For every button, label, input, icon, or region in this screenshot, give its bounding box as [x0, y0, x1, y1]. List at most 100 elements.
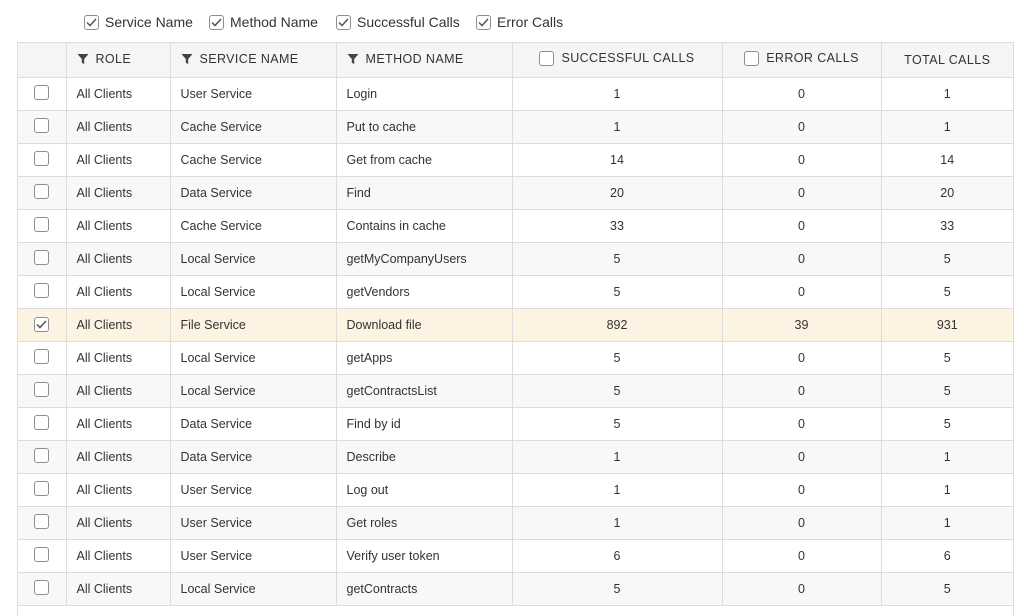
row-checkbox[interactable]	[34, 117, 50, 133]
table-row[interactable]: All Clients Data Service Find 20 0 20	[18, 176, 1013, 210]
row-checkbox[interactable]	[34, 150, 50, 166]
row-checkbox[interactable]	[34, 513, 50, 529]
table-row[interactable]: All Clients Data Service Describe 1 0 1	[18, 440, 1013, 474]
column-header-error-calls[interactable]: ERROR CALLS	[722, 43, 882, 78]
row-checkbox[interactable]	[34, 381, 50, 397]
table-row[interactable]: All Clients File Service Download file 892 3…	[18, 308, 1013, 342]
table-row[interactable]: All Clients Local Service getContracts 5 0 5	[18, 572, 1013, 606]
column-header-total-calls[interactable]: TOTAL CALLS	[881, 43, 1013, 78]
method-name-cell: getVendors	[336, 275, 513, 309]
error-calls-cell: 0	[722, 341, 882, 375]
column-header-role-label: ROLE	[95, 51, 132, 66]
table-row[interactable]: All Clients User Service Log out 1 0 1	[18, 473, 1013, 507]
table-row[interactable]: All Clients User Service Get roles 1 0 1	[18, 506, 1013, 540]
filter-icon[interactable]	[347, 53, 359, 65]
filter-icon[interactable]	[181, 53, 193, 65]
service-name-checkbox[interactable]	[84, 14, 99, 30]
total-calls-cell: 5	[881, 572, 1013, 606]
error-calls-cell: 0	[722, 176, 882, 210]
row-checkbox[interactable]	[34, 447, 50, 463]
role-cell: All Clients	[66, 275, 171, 309]
row-checkbox[interactable]	[34, 216, 50, 232]
service-name-cell: Local Service	[170, 242, 337, 276]
row-checkbox[interactable]	[34, 183, 50, 199]
total-calls-cell: 1	[881, 77, 1013, 111]
column-header-role[interactable]: ROLE	[66, 43, 171, 78]
row-checkbox-cell	[18, 209, 67, 243]
total-calls-cell: 931	[881, 308, 1013, 342]
table-header: ROLE SERVICE NAME METHOD NAME SUCCESSFUL…	[18, 43, 1013, 78]
successful-calls-checkbox[interactable]	[336, 14, 351, 30]
error-calls-cell: 0	[722, 209, 882, 243]
row-checkbox[interactable]	[34, 546, 50, 562]
column-header-successful-calls[interactable]: SUCCESSFUL CALLS	[512, 43, 723, 78]
role-cell: All Clients	[66, 374, 171, 408]
role-cell: All Clients	[66, 473, 171, 507]
row-checkbox-cell	[18, 110, 67, 144]
total-calls-cell: 1	[881, 440, 1013, 474]
column-header-successful-calls-label: SUCCESSFUL CALLS	[561, 51, 695, 66]
total-calls-cell: 1	[881, 473, 1013, 507]
row-checkbox-cell	[18, 308, 67, 342]
column-header-service-name[interactable]: SERVICE NAME	[170, 43, 337, 78]
method-name-checkbox[interactable]	[209, 14, 224, 30]
row-checkbox-cell	[18, 374, 67, 408]
column-header-method-name-label: METHOD NAME	[365, 51, 464, 66]
table-row[interactable]: All Clients Data Service Find by id 5 0 5	[18, 407, 1013, 441]
error-calls-cell: 0	[722, 143, 882, 177]
row-checkbox-cell	[18, 506, 67, 540]
table-row[interactable]: All Clients Local Service getApps 5 0 5	[18, 341, 1013, 375]
toggle-service-name[interactable]: Service Name	[84, 12, 193, 32]
role-cell: All Clients	[66, 308, 171, 342]
table-row[interactable]: All Clients Cache Service Get from cache 14…	[18, 143, 1013, 177]
row-checkbox[interactable]	[34, 348, 50, 364]
service-name-cell: Local Service	[170, 374, 337, 408]
method-name-cell: Get from cache	[336, 143, 513, 177]
table-row[interactable]: All Clients User Service Verify user token…	[18, 539, 1013, 573]
service-name-cell: Local Service	[170, 275, 337, 309]
table-row[interactable]: All Clients Local Service getContractsList…	[18, 374, 1013, 408]
row-checkbox-cell	[18, 143, 67, 177]
service-name-cell: Cache Service	[170, 209, 337, 243]
table-row[interactable]: All Clients Cache Service Put to cache 1 0 1	[18, 110, 1013, 144]
row-checkbox[interactable]	[34, 579, 50, 595]
role-cell: All Clients	[66, 110, 171, 144]
select-all-header	[18, 43, 67, 78]
total-calls-cell: 5	[881, 242, 1013, 276]
filter-icon[interactable]	[77, 53, 89, 65]
column-header-method-name[interactable]: METHOD NAME	[336, 43, 513, 78]
table-row[interactable]: All Clients Cache Service Contains in cach…	[18, 209, 1013, 243]
error-calls-cell: 0	[722, 506, 882, 540]
row-checkbox[interactable]	[34, 282, 50, 298]
error-calls-cell: 39	[722, 308, 882, 342]
method-name-cell: Get roles	[336, 506, 513, 540]
toggle-successful-calls-label: Successful Calls	[357, 14, 460, 30]
error-calls-cell: 0	[722, 473, 882, 507]
role-cell: All Clients	[66, 143, 171, 177]
toggle-successful-calls[interactable]: Successful Calls	[336, 12, 460, 32]
successful-calls-cell: 1	[512, 77, 723, 111]
error-calls-cell: 0	[722, 110, 882, 144]
error-calls-checkbox[interactable]	[476, 14, 491, 30]
row-checkbox-cell	[18, 440, 67, 474]
toggle-error-calls[interactable]: Error Calls	[476, 12, 563, 32]
total-calls-cell: 33	[881, 209, 1013, 243]
row-checkbox[interactable]	[34, 84, 50, 100]
calls-table: ROLE SERVICE NAME METHOD NAME SUCCESSFUL…	[18, 43, 1013, 606]
row-checkbox-cell	[18, 572, 67, 606]
successful-calls-cell: 5	[512, 242, 723, 276]
row-checkbox[interactable]	[34, 249, 50, 265]
calls-table-container: ROLE SERVICE NAME METHOD NAME SUCCESSFUL…	[17, 42, 1014, 616]
table-row[interactable]: All Clients Local Service getMyCompanyUser…	[18, 242, 1013, 276]
row-checkbox[interactable]	[34, 480, 50, 496]
row-checkbox-cell	[18, 341, 67, 375]
method-name-cell: getContracts	[336, 572, 513, 606]
service-name-cell: Local Service	[170, 341, 337, 375]
successful-calls-header-checkbox[interactable]	[539, 50, 555, 66]
row-checkbox[interactable]	[34, 317, 50, 332]
error-calls-header-checkbox[interactable]	[744, 50, 760, 66]
table-row[interactable]: All Clients Local Service getVendors 5 0 5	[18, 275, 1013, 309]
table-row[interactable]: All Clients User Service Login 1 0 1	[18, 77, 1013, 111]
row-checkbox[interactable]	[34, 414, 50, 430]
toggle-method-name[interactable]: Method Name	[209, 12, 318, 32]
